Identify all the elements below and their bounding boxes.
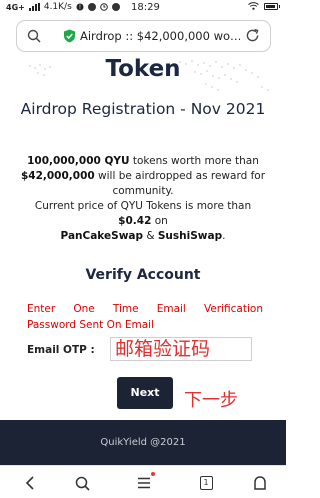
weibo-icon (87, 3, 96, 11)
notification-icon: ! (76, 3, 84, 11)
status-bar: 4G+ 4.1K/s ! 18:29 (0, 0, 286, 16)
notification-dot (151, 472, 155, 476)
menu-icon (138, 477, 150, 489)
verify-account-title: Verify Account (85, 267, 201, 283)
next-button[interactable]: Next (117, 377, 173, 409)
clock-time: 18:29 (131, 2, 160, 13)
home-button[interactable] (251, 474, 269, 492)
nav-search-button[interactable] (73, 474, 91, 492)
browser-bottom-nav: 1 (0, 465, 286, 498)
otp-notice: Enter One Time Email Verification Passwo… (27, 303, 263, 331)
footer-copyright: QuikYield @2021 (100, 437, 186, 448)
email-otp-input[interactable]: 邮箱验证码 (110, 337, 252, 361)
exchange-sushiswap: SushiSwap (157, 230, 223, 242)
shield-check-icon (64, 29, 75, 43)
search-icon (75, 476, 90, 491)
home-icon (254, 476, 266, 490)
email-otp-label: Email OTP : (27, 344, 95, 356)
address-bar[interactable]: Airdrop :: $42,000,000 wo… (16, 20, 271, 52)
menu-button[interactable] (135, 472, 155, 492)
clock-icon (99, 3, 108, 11)
airdrop-value: $42,000,000 (20, 170, 95, 182)
annotation-next-step: 下一步 (184, 390, 238, 411)
url-text[interactable]: Airdrop :: $42,000,000 wo… (80, 29, 240, 43)
signal-bars-icon (28, 3, 40, 11)
app-icon (111, 3, 120, 11)
wifi-icon (248, 2, 259, 10)
airdrop-description: 100,000,000 QYU tokens worth more than $… (20, 155, 266, 242)
airdrop-title: Airdrop Registration - Nov 2021 (20, 100, 266, 118)
page-heading: Token (105, 56, 181, 82)
token-amount: 100,000,000 QYU (27, 155, 130, 167)
search-icon[interactable] (27, 29, 41, 43)
svg-text:!: ! (79, 4, 81, 11)
network-speed: 4.1K/s (43, 2, 72, 12)
reload-icon[interactable] (245, 28, 260, 43)
exchange-pancakeswap: PanCakeSwap (60, 230, 143, 242)
token-price: $0.42 (118, 215, 152, 227)
battery-icon (264, 2, 280, 10)
back-button[interactable] (21, 474, 39, 492)
tabs-icon: 1 (199, 476, 213, 490)
back-icon (25, 476, 34, 490)
tabs-button[interactable]: 1 (197, 474, 215, 492)
page-content: Token Airdrop Registration - Nov 2021 10… (0, 54, 286, 420)
network-type: 4G+ (6, 2, 25, 12)
page-footer: QuikYield @2021 (0, 420, 286, 465)
